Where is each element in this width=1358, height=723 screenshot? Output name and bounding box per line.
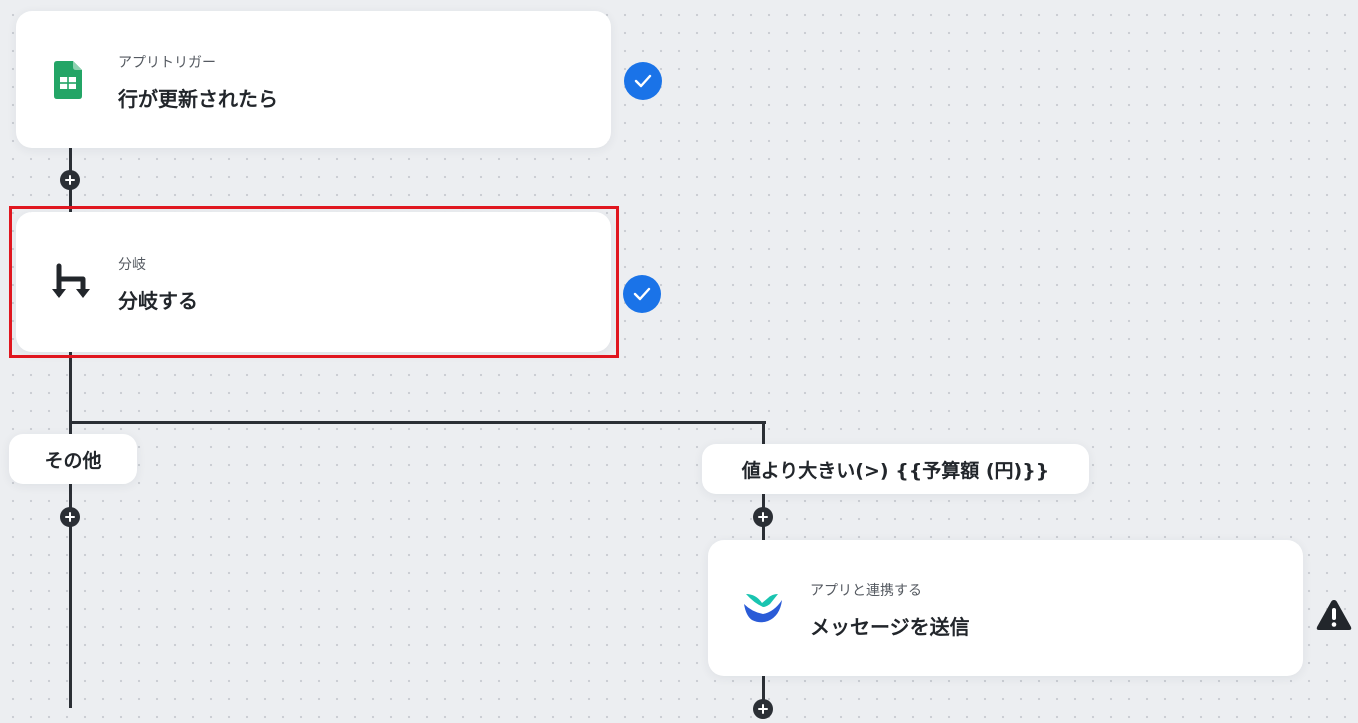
google-sheets-icon (54, 61, 82, 99)
branch-connector (69, 421, 766, 424)
node-type-label: アプリトリガー (118, 55, 216, 71)
connector-line (69, 352, 72, 708)
highlight-box (9, 206, 619, 358)
add-step-button[interactable] (753, 507, 773, 527)
add-step-button[interactable] (60, 507, 80, 527)
node-title: 行が更新されたら (118, 87, 278, 111)
trigger-node-card[interactable]: アプリトリガー 行が更新されたら (16, 11, 611, 148)
branch-condition-label[interactable]: 値より大きい(>) {{予算額 (円)}} (702, 444, 1089, 494)
add-step-button[interactable] (60, 170, 80, 190)
node-type-label: アプリと連携する (810, 583, 922, 599)
check-icon (623, 275, 661, 313)
add-step-button[interactable] (753, 699, 773, 719)
action-node-card[interactable]: アプリと連携する メッセージを送信 (708, 540, 1303, 676)
check-icon (624, 62, 662, 100)
branch-else-label[interactable]: その他 (9, 434, 137, 484)
chatwork-app-icon (742, 590, 784, 624)
warning-icon (1315, 598, 1353, 632)
node-title: メッセージを送信 (810, 615, 970, 639)
branch-connector (762, 421, 765, 445)
